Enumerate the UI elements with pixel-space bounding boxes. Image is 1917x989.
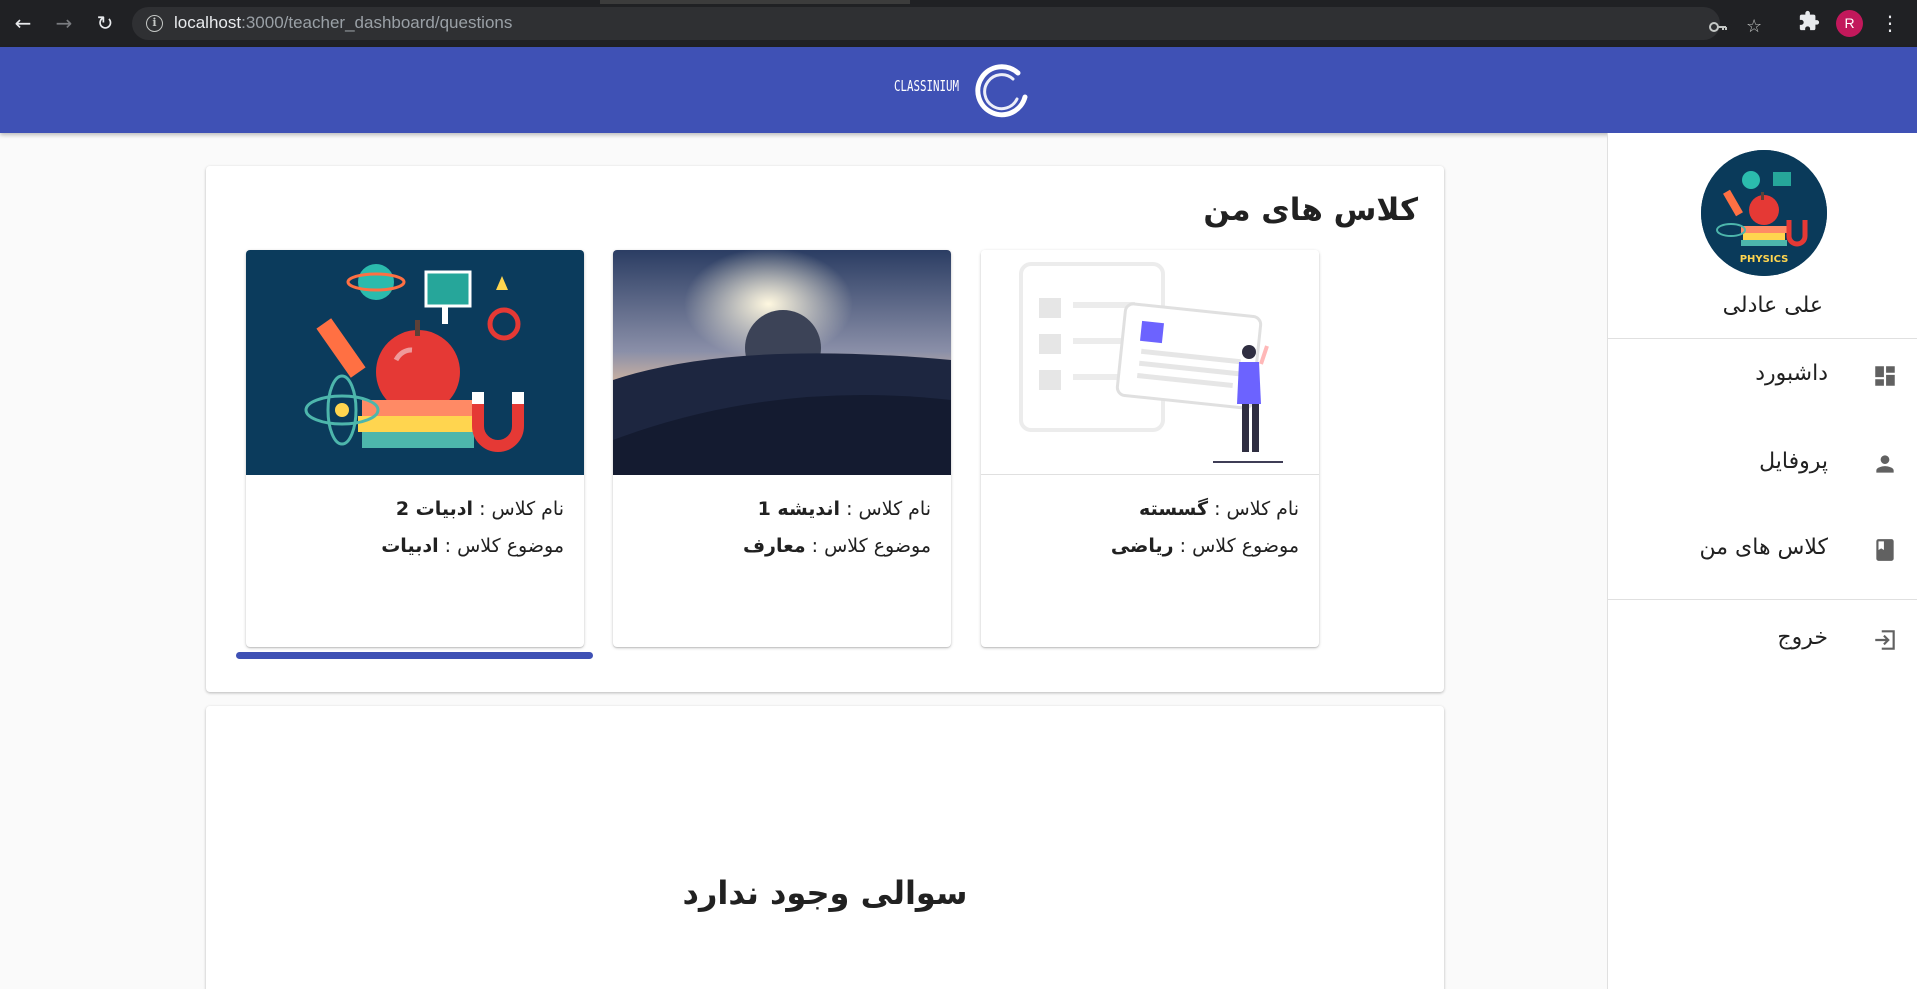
forward-arrow-icon[interactable]: → <box>51 10 77 36</box>
science-collage-icon <box>246 250 584 475</box>
class-name-value: اندیشه 1 <box>757 498 841 520</box>
class-card[interactable]: نام کلاس : گسسته موضوع کلاس : ریاضی <box>981 250 1319 647</box>
url-path: :3000/teacher_dashboard/questions <box>241 13 513 32</box>
kebab-menu-icon[interactable]: ⋮ <box>1880 10 1900 36</box>
illustration-icon <box>1019 262 1283 463</box>
moon-desert-photo-icon <box>613 250 951 475</box>
svg-text:PHYSICS: PHYSICS <box>1740 254 1789 265</box>
url-text[interactable]: localhost:3000/teacher_dashboard/questio… <box>174 13 512 33</box>
sidebar-item-label: کلاس های من <box>1699 535 1829 560</box>
class-name-row: نام کلاس : اندیشه 1 <box>758 498 931 520</box>
class-topic-label: موضوع کلاس : <box>1179 535 1299 557</box>
class-image <box>246 250 584 475</box>
class-name-value: گسسته <box>1139 498 1209 520</box>
sidebar-divider <box>1608 338 1917 339</box>
user-name: علی عادلی <box>1722 293 1823 318</box>
sidebar-item-logout[interactable]: خروج <box>1608 609 1917 669</box>
page-title: کلاس های من <box>1203 192 1418 228</box>
class-name-label: نام کلاس : <box>846 498 931 520</box>
class-card[interactable]: نام کلاس : اندیشه 1 موضوع کلاس : معارف <box>613 250 951 647</box>
sidebar-item-label: خروج <box>1777 625 1828 650</box>
sidebar-item-label: پروفایل <box>1759 449 1828 474</box>
sidebar-item-dashboard[interactable]: داشبورد <box>1608 345 1917 405</box>
class-topic-label: موضوع کلاس : <box>444 535 564 557</box>
class-topic-label: موضوع کلاس : <box>811 535 931 557</box>
book-icon <box>1876 539 1894 561</box>
reload-icon[interactable]: ↻ <box>92 10 118 36</box>
url-host: localhost <box>174 13 242 32</box>
key-icon[interactable] <box>1708 17 1728 42</box>
class-name-value: ادبیات 2 <box>395 498 474 520</box>
logout-icon <box>1875 630 1895 650</box>
class-card[interactable]: نام کلاس : ادبیات 2 موضوع کلاس : ادبیات <box>246 250 584 647</box>
class-topic-row: موضوع کلاس : ادبیات <box>381 535 564 557</box>
sidebar: PHYSICS علی عادلی داشبورد پروفایل کلاس ه… <box>1607 133 1917 989</box>
class-image <box>613 250 951 475</box>
sidebar-item-my-classes[interactable]: کلاس های من <box>1608 519 1917 579</box>
class-topic-row: موضوع کلاس : ریاضی <box>1111 535 1299 557</box>
class-name-row: نام کلاس : گسسته <box>1139 498 1299 520</box>
browser-toolbar: ← → ↻ i localhost:3000/teacher_dashboard… <box>0 0 1917 47</box>
person-icon <box>1876 455 1894 473</box>
class-topic-value: ادبیات <box>381 535 439 557</box>
sidebar-item-label: داشبورد <box>1755 361 1828 386</box>
star-icon[interactable]: ☆ <box>1746 17 1762 37</box>
class-image <box>981 250 1319 475</box>
science-avatar-icon: PHYSICS <box>1701 150 1827 276</box>
puzzle-icon[interactable] <box>1798 10 1820 32</box>
address-bar[interactable]: i localhost:3000/teacher_dashboard/quest… <box>132 7 1762 40</box>
logo-text: CLASSINIUM <box>894 77 960 95</box>
empty-questions-message: سوالی وجود ندارد <box>682 874 968 912</box>
class-name-row: نام کلاس : ادبیات 2 <box>396 498 564 520</box>
class-name-label: نام کلاس : <box>479 498 564 520</box>
class-name-label: نام کلاس : <box>1214 498 1299 520</box>
tab-strip-edge <box>600 0 910 4</box>
questions-panel: سوالی وجود ندارد <box>206 706 1444 989</box>
my-classes-panel: کلاس های من نام کلاس: گسسته موضوع کلاس … <box>206 166 1444 692</box>
avatar[interactable]: PHYSICS <box>1701 150 1827 276</box>
class-topic-value: معارف <box>742 535 806 557</box>
info-icon[interactable]: i <box>146 15 163 32</box>
carousel-scrollbar[interactable] <box>236 652 593 659</box>
sidebar-item-profile[interactable]: پروفایل <box>1608 433 1917 493</box>
app-header: CLASSINIUM <box>0 47 1917 133</box>
class-topic-row: موضوع کلاس : معارف <box>743 535 931 557</box>
logo-ring-icon <box>975 64 1028 118</box>
dashboard-icon <box>1875 366 1895 386</box>
sidebar-divider <box>1608 599 1917 600</box>
back-arrow-icon[interactable]: ← <box>10 10 36 36</box>
class-topic-value: ریاضی <box>1110 535 1174 557</box>
profile-avatar[interactable]: R <box>1836 10 1863 37</box>
